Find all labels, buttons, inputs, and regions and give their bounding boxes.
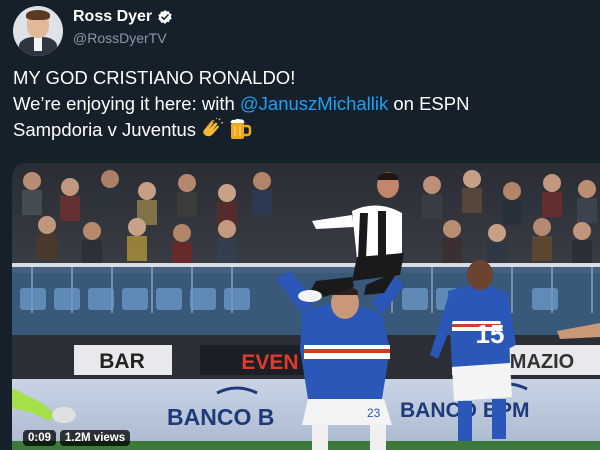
verified-badge-icon [158,10,172,24]
avatar-hair [26,10,50,20]
tweet-line-3-text: Sampdoria v Juventus [13,119,197,140]
author-row: Ross Dyer [73,8,173,26]
avatar[interactable] [13,6,63,56]
right-player-number: 15 [476,319,505,349]
ad-text-bar: BAR [99,350,145,373]
tweet-line-1: MY GOD CRISTIANO RONALDO! [13,67,296,88]
user-handle[interactable]: @RossDyerTV [73,30,167,46]
video-overlay: 0:09 1.2M views [23,430,131,446]
beer-mug-icon [230,118,252,139]
tweet-line-2-prefix: We’re enjoying it here: with [13,93,240,114]
display-name[interactable]: Ross Dyer [73,8,152,26]
clapping-hands-icon [203,118,224,137]
defender-number: 23 [367,406,381,420]
video-duration: 0:09 [23,430,57,446]
ad-text-event: EVEN [241,351,298,374]
ad-text-mazio: MAZIO [510,351,574,373]
view-count: 1.2M views [60,430,131,446]
video-frame: BAR EVEN MAZIO BANCO B BANCO BPM 23 15 [12,163,600,450]
tweet-text: MY GOD CRISTIANO RONALDO! We’re enjoying… [13,65,588,143]
tweet-line-2: We’re enjoying it here: with @JanuszMich… [13,91,588,117]
avatar-shirt [34,37,42,51]
video-player[interactable]: BAR EVEN MAZIO BANCO B BANCO BPM 23 15 [12,163,600,450]
tweet-line-3: Sampdoria v Juventus [13,117,588,143]
fence-rail [12,263,600,267]
mention-link[interactable]: @JanuszMichallik [240,93,388,114]
tweet-line-2-suffix: on ESPN [388,93,470,114]
ad-text-banco-left: BANCO B [167,404,274,430]
